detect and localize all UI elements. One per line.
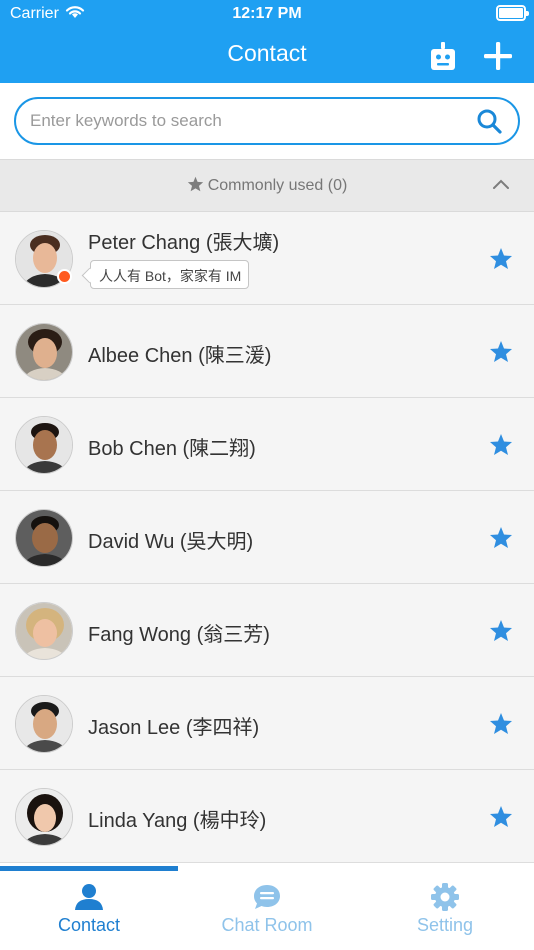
chevron-up-icon[interactable]: [492, 178, 510, 190]
tab-contact[interactable]: Contact: [0, 871, 178, 950]
tab-label: Contact: [57, 915, 121, 935]
contact-list: Peter Chang (張大壙) 人人有 Bot，家家有 IM Albee C…: [0, 212, 534, 862]
tab-bar: Contact Chat Room Setting: [0, 862, 534, 950]
favorite-star-icon[interactable]: [489, 247, 513, 270]
section-label: Commonly used (0): [207, 177, 348, 194]
star-icon: [187, 176, 203, 192]
favorite-star-icon[interactable]: [489, 433, 513, 456]
favorite-star-icon[interactable]: [489, 805, 513, 828]
search-bar: [0, 83, 534, 159]
battery-icon: [496, 5, 529, 21]
contact-row-bob-chen[interactable]: Bob Chen (陳二翔): [0, 398, 534, 491]
status-message-bubble: 人人有 Bot，家家有 IM: [90, 260, 250, 289]
contact-name: Linda Yang (楊中玲): [88, 810, 267, 832]
avatar: [15, 695, 73, 753]
favorite-star-icon[interactable]: [489, 712, 513, 735]
contact-row-peter-chang[interactable]: Peter Chang (張大壙) 人人有 Bot，家家有 IM: [0, 212, 534, 305]
favorite-star-icon[interactable]: [489, 526, 513, 549]
chat-bubble-icon: [254, 885, 280, 909]
avatar: [15, 602, 73, 660]
tab-label: Setting: [416, 915, 474, 935]
favorite-star-icon[interactable]: [489, 619, 513, 642]
person-icon: [75, 884, 103, 910]
avatar: [15, 416, 73, 474]
status-bar: Carrier 12:17 PM: [0, 0, 534, 28]
gear-icon: [431, 883, 459, 911]
robot-icon[interactable]: [428, 40, 458, 72]
tab-chat-room[interactable]: Chat Room: [178, 871, 356, 950]
search-box[interactable]: [14, 97, 520, 145]
contact-row-fang-wong[interactable]: Fang Wong (翁三芳): [0, 584, 534, 677]
contact-name: Fang Wong (翁三芳): [88, 624, 270, 646]
navigation-header: Carrier 12:17 PM Contact: [0, 0, 534, 83]
add-contact-button[interactable]: [482, 40, 514, 72]
clock: 12:17 PM: [232, 5, 302, 22]
favorite-star-icon[interactable]: [489, 340, 513, 363]
contact-name: Albee Chen (陳三湲): [88, 345, 272, 367]
avatar: [15, 788, 73, 846]
avatar: [15, 323, 73, 381]
contact-row-jason-lee[interactable]: Jason Lee (李四祥): [0, 677, 534, 770]
search-input[interactable]: [30, 105, 470, 137]
contact-name: Bob Chen (陳二翔): [88, 438, 256, 460]
contact-row-linda-yang[interactable]: Linda Yang (楊中玲): [0, 770, 534, 862]
tab-setting[interactable]: Setting: [356, 871, 534, 950]
contact-row-albee-chen[interactable]: Albee Chen (陳三湲): [0, 305, 534, 398]
online-status-dot: [57, 269, 72, 284]
commonly-used-section-header[interactable]: Commonly used (0): [0, 159, 534, 212]
contact-name: David Wu (吳大明): [88, 531, 254, 553]
contact-row-david-wu[interactable]: David Wu (吳大明): [0, 491, 534, 584]
section-title: Commonly used (0): [0, 176, 534, 195]
contact-name: Peter Chang (張大壙): [88, 232, 280, 254]
contact-name: Jason Lee (李四祥): [88, 717, 260, 739]
search-icon[interactable]: [476, 108, 502, 134]
avatar: [15, 509, 73, 567]
tab-label: Chat Room: [221, 915, 313, 935]
